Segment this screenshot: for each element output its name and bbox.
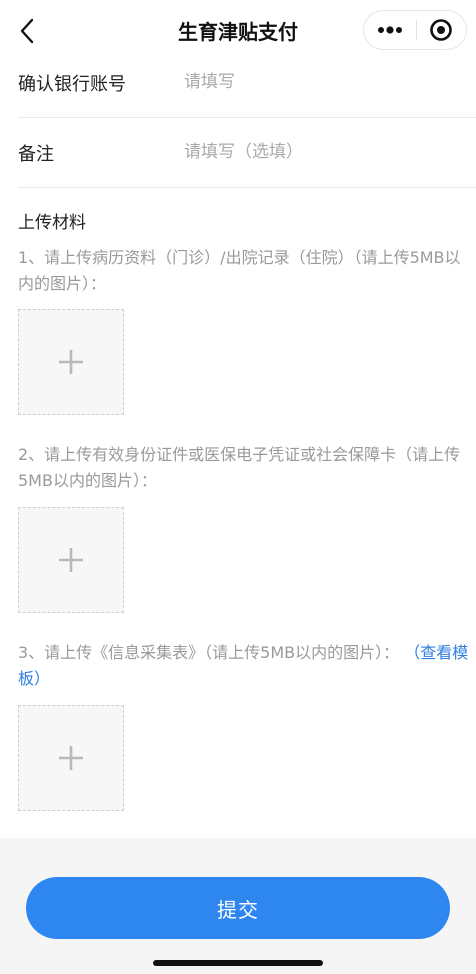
upload-hint-medical-record: 1、请上传病历资料（门诊）/出院记录（住院）（请上传5MB以内的图片）：: [18, 245, 474, 297]
page: 生育津贴支付 确认银行账号 备注: [0, 0, 476, 974]
upload-hint-text: 2、请上传有效身份证件或医保电子凭证或社会保障卡（请上传5MB以内的图片）：: [18, 445, 461, 490]
upload-hint-info-form: 3、请上传《信息采集表》（请上传5MB以内的图片）： （查看模板）: [18, 640, 474, 692]
plus-icon: [59, 746, 83, 770]
close-button[interactable]: [416, 11, 466, 49]
more-dots-icon: [377, 26, 402, 34]
plus-icon: [59, 548, 83, 572]
footer-bar: 提交: [0, 838, 476, 974]
remark-row: 备注: [18, 118, 476, 188]
remark-input[interactable]: [184, 138, 454, 166]
chevron-left-icon: [20, 18, 34, 44]
upload-id-document-button[interactable]: [18, 507, 124, 613]
home-indicator: [153, 960, 323, 966]
upload-medical-record-button[interactable]: [18, 309, 124, 415]
target-circle-icon: [430, 19, 453, 41]
upload-hint-text: 1、请上传病历资料（门诊）/出院记录（住院）（请上传5MB以内的图片）：: [18, 248, 461, 293]
confirm-account-label: 确认银行账号: [18, 74, 126, 95]
more-button[interactable]: [364, 11, 416, 49]
confirm-account-input[interactable]: [184, 68, 454, 96]
upload-hint-id-document: 2、请上传有效身份证件或医保电子凭证或社会保障卡（请上传5MB以内的图片）：: [18, 442, 474, 494]
confirm-account-row: 确认银行账号: [18, 48, 476, 118]
upload-section-title: 上传材料: [18, 213, 86, 233]
back-button[interactable]: [10, 14, 44, 48]
upload-hint-text: 3、请上传《信息采集表》（请上传5MB以内的图片）：: [18, 643, 400, 662]
upload-info-form-button[interactable]: [18, 705, 124, 811]
remark-label: 备注: [18, 144, 54, 165]
mini-program-capsule: [363, 10, 467, 50]
submit-button[interactable]: 提交: [26, 877, 450, 939]
plus-icon: [59, 350, 83, 374]
